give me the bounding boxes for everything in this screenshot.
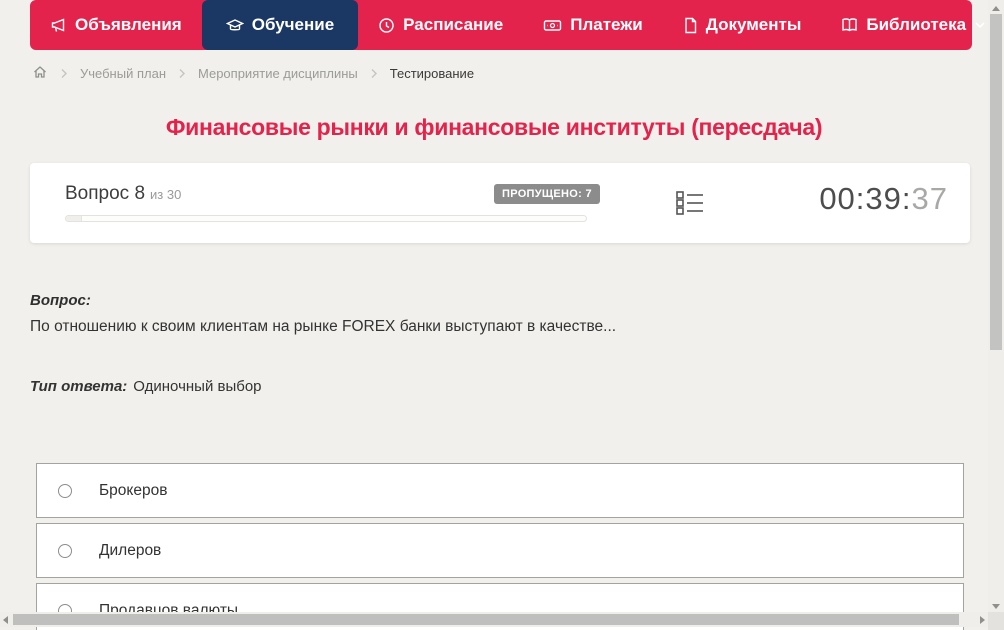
answer-option-label: Брокеров <box>99 481 168 499</box>
skipped-badge: ПРОПУЩЕНО: 7 <box>494 184 600 204</box>
question-number-label: Вопрос 8 <box>65 183 146 204</box>
vertical-scrollbar-thumb[interactable] <box>990 14 1002 350</box>
library-book-icon <box>841 17 858 33</box>
scroll-left-icon[interactable] <box>3 616 8 624</box>
nav-item-label: Расписание <box>403 15 504 34</box>
question-panel: Вопрос 8 из 30 ПРОПУЩЕНО: 7 00:39:37 <box>30 163 970 243</box>
answer-option-dealers[interactable]: Дилеров <box>36 523 964 578</box>
nav-item-label: Обучение <box>251 15 335 34</box>
scrollbar-corner <box>988 612 1004 630</box>
question-total: из 30 <box>150 187 182 202</box>
nav-item-schedule[interactable]: Расписание <box>358 0 523 50</box>
question-list-icon <box>674 191 706 223</box>
timer-seconds: 37 <box>911 181 948 216</box>
scroll-up-icon[interactable] <box>992 6 1000 11</box>
test-progress-bar <box>65 215 587 222</box>
answer-type: Тип ответа: Одиночный выбор <box>30 378 262 395</box>
answer-option-label: Дилеров <box>99 541 162 559</box>
breadcrumb-item-curriculum[interactable]: Учебный план <box>80 66 166 81</box>
nav-item-library[interactable]: Библиотека <box>821 0 1004 50</box>
timer-minutes: 00:39: <box>819 181 912 216</box>
graduation-cap-icon <box>225 17 244 34</box>
radio-button[interactable] <box>58 483 72 498</box>
megaphone-icon <box>50 17 67 34</box>
answer-type-value: Одиночный выбор <box>133 378 262 395</box>
nav-item-label: Библиотека <box>866 15 967 34</box>
question-list-button[interactable] <box>674 187 706 224</box>
clock-icon <box>378 17 395 34</box>
radio-button[interactable] <box>58 543 72 558</box>
main-navbar: Объявления Обучение Расписание Платежи Д… <box>30 0 985 50</box>
question-text: По отношению к своим клиентам на рынке F… <box>30 318 617 335</box>
breadcrumb-item-discipline-event[interactable]: Мероприятие дисциплины <box>198 66 358 81</box>
nav-item-label: Объявления <box>75 15 182 34</box>
question-number: Вопрос 8 из 30 <box>65 183 181 205</box>
horizontal-scrollbar[interactable] <box>0 612 988 627</box>
payments-icon <box>543 18 562 33</box>
horizontal-scrollbar-thumb[interactable] <box>13 614 959 625</box>
vertical-scrollbar[interactable] <box>988 0 1004 630</box>
nav-item-payments[interactable]: Платежи <box>523 0 663 50</box>
breadcrumb: Учебный план Мероприятие дисциплины Тест… <box>32 62 474 84</box>
chevron-down-icon <box>974 21 986 29</box>
answer-options: Брокеров Дилеров Продавцов валюты <box>36 463 964 630</box>
test-progress-fill <box>66 216 82 221</box>
home-icon[interactable] <box>32 64 48 83</box>
nav-item-documents[interactable]: Документы <box>663 0 822 50</box>
scroll-right-icon[interactable] <box>980 616 985 624</box>
breadcrumb-item-testing: Тестирование <box>389 65 475 81</box>
nav-item-label: Документы <box>705 15 802 34</box>
question-label: Вопрос: <box>30 292 91 309</box>
answer-option-brokers[interactable]: Брокеров <box>36 463 964 518</box>
document-icon <box>683 17 698 34</box>
breadcrumb-separator-icon <box>370 68 378 79</box>
nav-item-learning[interactable]: Обучение <box>201 0 359 50</box>
breadcrumb-separator-icon <box>178 68 186 79</box>
breadcrumb-separator-icon <box>60 68 68 79</box>
nav-item-announcements[interactable]: Объявления <box>30 0 202 50</box>
page-title: Финансовые рынки и финансовые институты … <box>165 114 823 140</box>
answer-type-label: Тип ответа: <box>30 378 128 395</box>
scroll-down-icon[interactable] <box>992 604 1000 609</box>
timer: 00:39:37 <box>819 181 948 217</box>
nav-item-label: Платежи <box>570 15 643 34</box>
